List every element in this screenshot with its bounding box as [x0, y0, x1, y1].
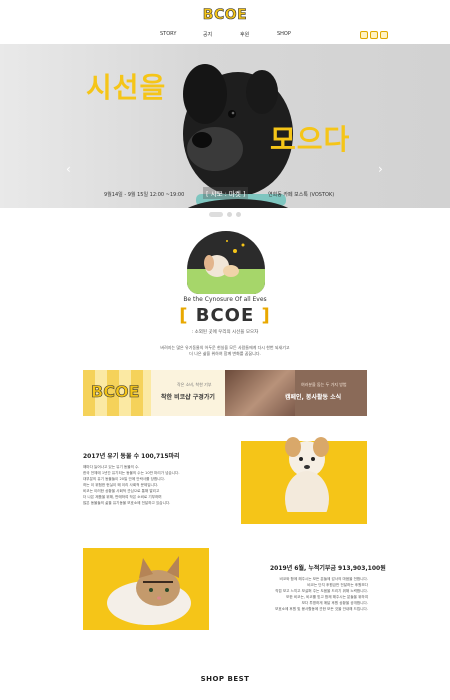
text-line: 보호소에 후원 및 봉사활동에 관한 모든 것을 안내해 드립니다. — [275, 606, 368, 611]
section-text-stat: 해마다 늘어나고 있는 유기 동물의 수. 한국 전체에 1년간 유기되는 동물… — [83, 465, 180, 506]
nav-notice[interactable]: 공지 — [203, 31, 212, 38]
puppy-photo — [285, 437, 329, 512]
card-subtitle: 작은 소비, 착한 기부 — [177, 382, 212, 387]
chevron-right-icon[interactable]: › — [378, 162, 383, 176]
slide-dot-active[interactable] — [209, 212, 223, 217]
section-title-stat: 2017년 유기 동물 수 100,715마리 — [83, 453, 180, 460]
youtube-icon[interactable] — [380, 31, 388, 39]
brand-title: [ BCOE ] — [0, 305, 450, 326]
section-title-donation: 2019년 6월, 누적기부금 913,903,100원 — [270, 565, 386, 572]
kitten-photo-frame — [83, 548, 209, 630]
intro-desc-line: 더 나은 삶을 위하여 함께 변화를 꿈꿉니다. — [189, 351, 261, 356]
hero-headline-2: 모으다 — [270, 123, 351, 156]
hero-event-tag: [ 시모 : 마켓 ] — [203, 187, 249, 199]
nav-shop[interactable]: SHOP — [277, 31, 291, 37]
text-line: 많은 동물들의 삶을 유기동물 보호소에 전달하고 있습니다. — [83, 500, 171, 505]
puppy-photo-frame — [241, 437, 367, 524]
site-logo[interactable]: BCOE — [0, 7, 450, 24]
brand-bracket-left: [ — [179, 305, 189, 326]
campaign-card[interactable]: 여러분을 돕는 두 가지 방법 캠페인, 봉사활동 소식 — [225, 370, 367, 416]
hero-headline-1: 시선을 — [86, 71, 167, 104]
slide-dot[interactable] — [236, 212, 241, 217]
brand-subtitle: : 소외된 곳에 우리의 시선을 모으자 — [191, 330, 259, 335]
nav-support[interactable]: 후원 — [240, 31, 249, 38]
emblem-illustration — [187, 240, 265, 294]
mail-icon[interactable] — [370, 31, 378, 39]
brand-emblem — [187, 231, 265, 294]
card-logo: BCOE — [91, 382, 140, 402]
card-title: 캠페인, 봉사활동 소식 — [285, 394, 342, 401]
kitten-photo — [107, 556, 191, 625]
card-title: 착한 비코샵 구경가기 — [161, 394, 215, 401]
hero-banner[interactable]: ‹ › — [0, 44, 450, 208]
slide-dot[interactable] — [227, 212, 232, 217]
section-text-donation: 비코와 함께 해주시는 모든 분들께 감사의 마음을 전합니다. 비코는 단지 … — [262, 577, 368, 613]
text-line: 한국 전체에 1년간 유기되는 동물의 수는 10만 마리가 넘습니다. — [83, 470, 180, 475]
brand-bracket-right: ] — [261, 305, 271, 326]
hero-date: 9월14일 - 9월 15일 12:00 ~19:00 — [104, 192, 185, 198]
site-header: BCOE STORY 공지 후원 SHOP — [0, 0, 450, 44]
card-subtitle: 여러분을 돕는 두 가지 방법 — [301, 382, 347, 387]
shop-card[interactable]: BCOE 작은 소비, 착한 기부 착한 비코샵 구경가기 — [83, 370, 225, 416]
brand-name: BCOE — [195, 305, 255, 326]
brand-tagline: Be the Cynosure Of all Eves — [183, 296, 267, 303]
nav-story[interactable]: STORY — [160, 31, 176, 37]
instagram-icon[interactable] — [360, 31, 368, 39]
text-line: 직접 보고 느끼고 보살펴 주는 도움을 드리기 위해 노력합니다. — [275, 588, 368, 593]
intro-description: 버려지는 많은 유기동물의 어두운 현실을 모든 사람들에게 다시 한번 되새기… — [0, 345, 450, 357]
shop-best-heading: SHOP BEST — [200, 675, 250, 683]
hero-place: 연희동 카페 보스톡 (VOSTOK) — [268, 192, 335, 198]
chevron-left-icon[interactable]: ‹ — [66, 162, 71, 176]
